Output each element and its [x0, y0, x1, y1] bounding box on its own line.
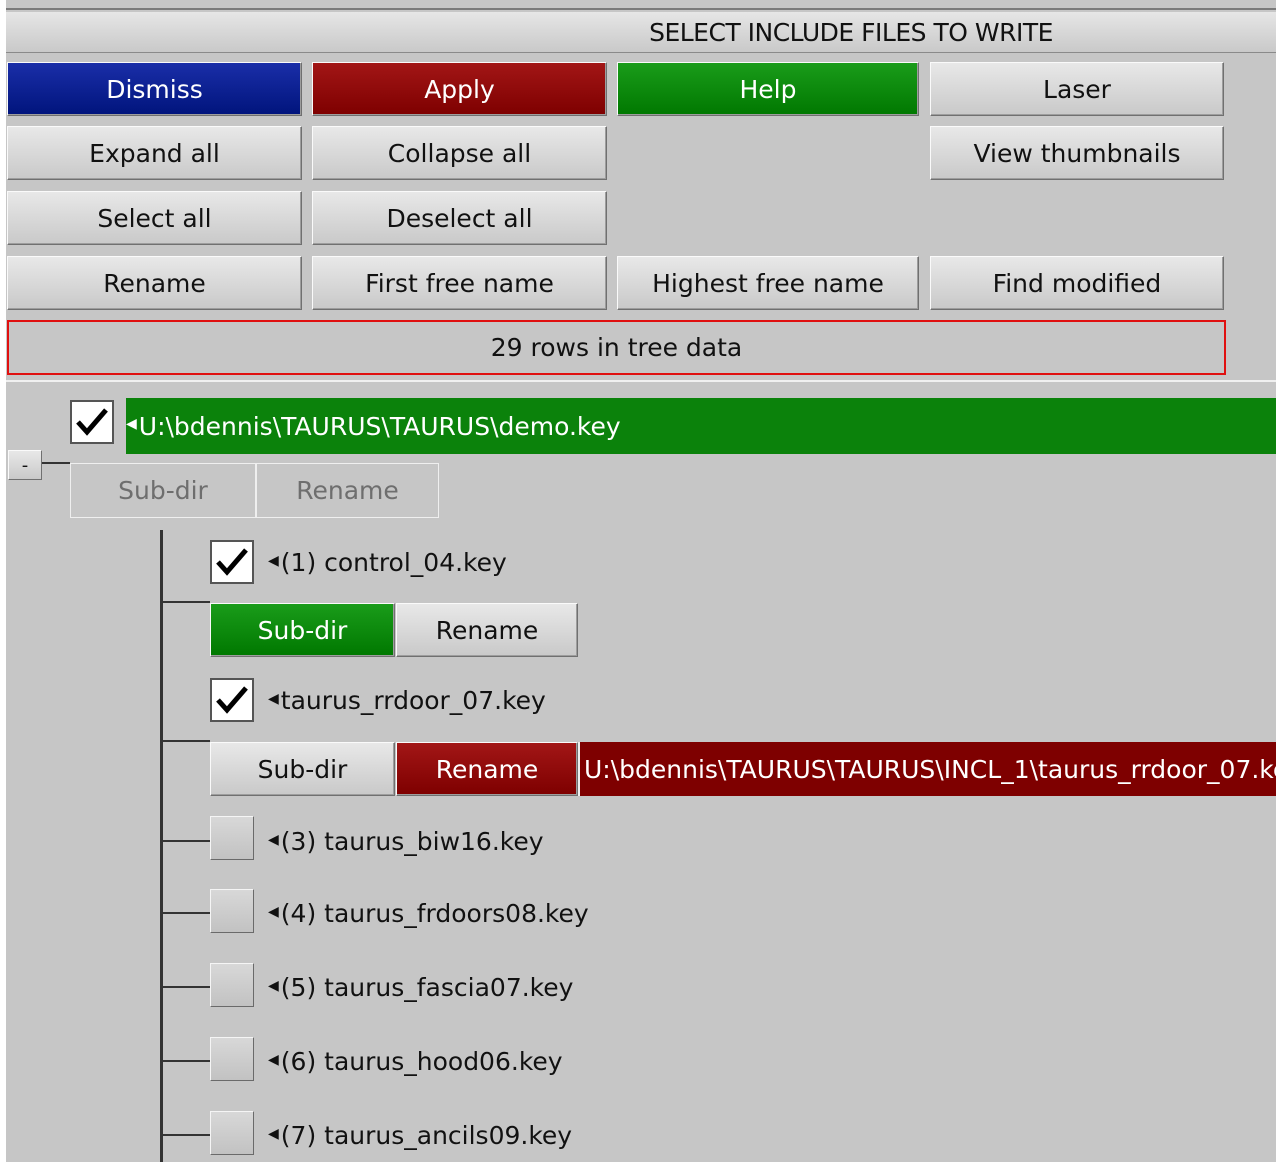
- arrow-icon: ◀: [268, 1125, 279, 1142]
- expand-all-button[interactable]: Expand all: [7, 126, 302, 180]
- tree-connector: [42, 462, 70, 464]
- dismiss-button[interactable]: Dismiss: [7, 62, 302, 116]
- window-title: SELECT INCLUDE FILES TO WRITE: [649, 18, 1053, 47]
- arrow-icon: ◀: [268, 831, 279, 848]
- find-modified-button[interactable]: Find modified: [930, 256, 1224, 310]
- file-5-label: (5) taurus_fascia07.key: [280, 973, 574, 1002]
- help-button[interactable]: Help: [617, 62, 919, 116]
- file-7-checkbox[interactable]: [210, 1111, 254, 1155]
- section-divider: [6, 380, 1276, 382]
- file-2-rename-button[interactable]: Rename: [396, 742, 578, 796]
- file-4-label: (4) taurus_frdoors08.key: [280, 899, 589, 928]
- file-2-label: taurus_rrdoor_07.key: [280, 686, 546, 715]
- tree-branch: [160, 840, 210, 842]
- file-7-label-row: ◀ (7) taurus_ancils09.key: [268, 1121, 572, 1150]
- collapse-toggle-button[interactable]: -: [8, 450, 42, 480]
- left-edge: [0, 0, 6, 1162]
- tree-branch: [160, 1134, 210, 1136]
- arrow-icon: ◀: [268, 552, 279, 569]
- file-7-label: (7) taurus_ancils09.key: [280, 1121, 573, 1150]
- rename-button[interactable]: Rename: [7, 256, 302, 310]
- file-1-subdir-button[interactable]: Sub-dir: [210, 603, 395, 657]
- file-2-checkbox[interactable]: [210, 678, 254, 722]
- file-3-checkbox[interactable]: [210, 816, 254, 860]
- tree-branch: [160, 740, 210, 742]
- status-message: 29 rows in tree data: [7, 320, 1226, 375]
- file-3-label: (3) taurus_biw16.key: [280, 827, 544, 856]
- first-free-name-button[interactable]: First free name: [312, 256, 607, 310]
- arrow-icon: ◀: [268, 903, 279, 920]
- root-file-row[interactable]: ◀ U:\bdennis\TAURUS\TAURUS\demo.key: [126, 398, 1276, 454]
- file-5-label-row: ◀ (5) taurus_fascia07.key: [268, 973, 573, 1002]
- file-1-rename-button[interactable]: Rename: [396, 603, 578, 657]
- tree-trunk-line: [160, 530, 163, 1162]
- tree-branch: [160, 601, 210, 603]
- checkmark-icon: [216, 548, 248, 576]
- file-2-rename-path[interactable]: U:\bdennis\TAURUS\TAURUS\INCL_1\taurus_r…: [578, 742, 1276, 796]
- checkmark-icon: [76, 408, 108, 436]
- file-1-label: (1) control_04.key: [280, 548, 507, 577]
- root-rename-button[interactable]: Rename: [256, 463, 439, 518]
- checkmark-icon: [216, 686, 248, 714]
- tree-branch: [160, 986, 210, 988]
- triangle-left-icon: ◀: [126, 416, 137, 432]
- file-4-label-row: ◀ (4) taurus_frdoors08.key: [268, 899, 589, 928]
- file-6-label: (6) taurus_hood06.key: [280, 1047, 563, 1076]
- file-6-label-row: ◀ (6) taurus_hood06.key: [268, 1047, 563, 1076]
- file-4-checkbox[interactable]: [210, 889, 254, 933]
- file-6-checkbox[interactable]: [210, 1037, 254, 1081]
- laser-button[interactable]: Laser: [930, 62, 1224, 116]
- status-text: 29 rows in tree data: [490, 333, 743, 362]
- file-2-label-row: ◀ taurus_rrdoor_07.key: [268, 686, 546, 715]
- file-3-label-row: ◀ (3) taurus_biw16.key: [268, 827, 544, 856]
- file-1-checkbox[interactable]: [210, 540, 254, 584]
- root-file-path: U:\bdennis\TAURUS\TAURUS\demo.key: [138, 411, 621, 441]
- highest-free-name-button[interactable]: Highest free name: [617, 256, 919, 310]
- apply-button[interactable]: Apply: [312, 62, 607, 116]
- deselect-all-button[interactable]: Deselect all: [312, 191, 607, 245]
- window-title-bar: SELECT INCLUDE FILES TO WRITE: [6, 12, 1276, 53]
- tree-branch: [160, 912, 210, 914]
- view-thumbnails-button[interactable]: View thumbnails: [930, 126, 1224, 180]
- tree-branch: [160, 1060, 210, 1062]
- file-1-label-row: ◀ (1) control_04.key: [268, 548, 507, 577]
- root-subdir-button[interactable]: Sub-dir: [70, 463, 256, 518]
- arrow-icon: ◀: [268, 977, 279, 994]
- arrow-icon: ◀: [268, 1051, 279, 1068]
- root-checkbox[interactable]: [70, 400, 114, 444]
- file-2-subdir-button[interactable]: Sub-dir: [210, 742, 395, 796]
- arrow-icon: ◀: [268, 690, 279, 707]
- select-all-button[interactable]: Select all: [7, 191, 302, 245]
- collapse-all-button[interactable]: Collapse all: [312, 126, 607, 180]
- file-5-checkbox[interactable]: [210, 963, 254, 1007]
- top-border: [6, 8, 1276, 10]
